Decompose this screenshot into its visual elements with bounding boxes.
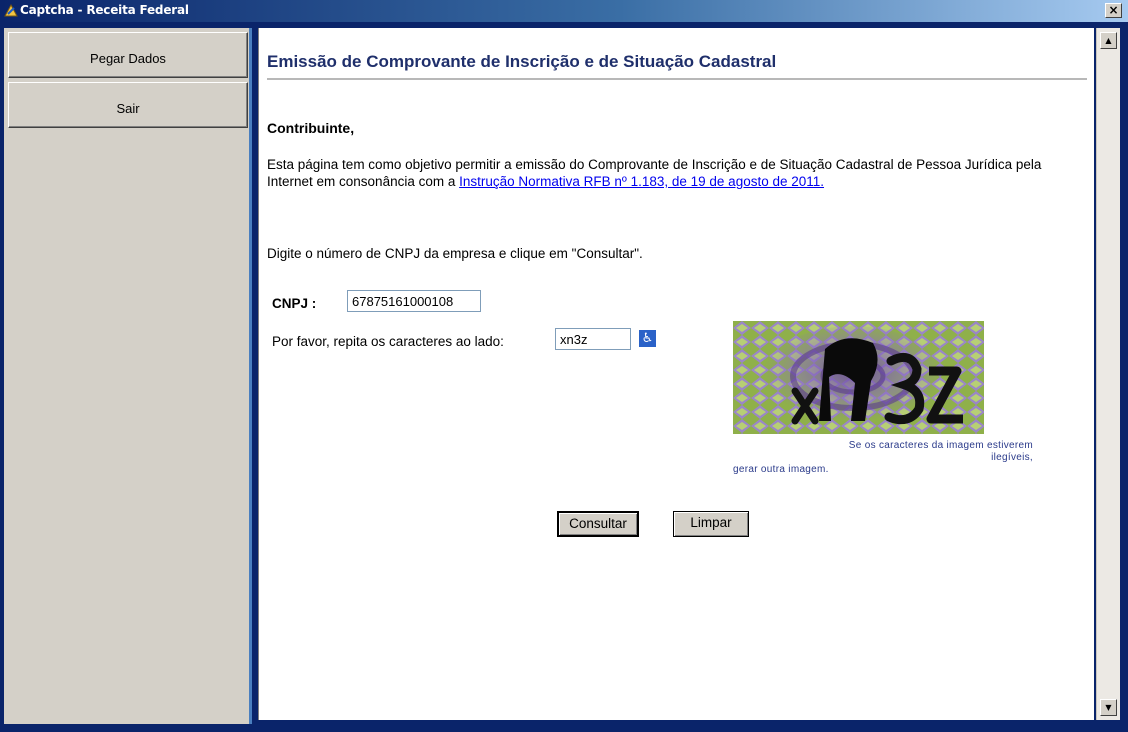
regenerate-captcha-link[interactable]: gerar outra imagem. xyxy=(733,464,1033,476)
page-title: Emissão de Comprovante de Inscrição e de… xyxy=(267,52,1087,80)
sidebar: Pegar Dados Sair xyxy=(4,28,252,724)
instruction-text: Digite o número de CNPJ da empresa e cli… xyxy=(267,246,643,261)
cnpj-label: CNPJ : xyxy=(272,296,317,311)
wheelchair-icon[interactable]: ♿ xyxy=(639,330,656,347)
app-icon xyxy=(4,3,18,17)
captcha-caption-line1: Se os caracteres da imagem estiverem xyxy=(848,440,1033,451)
window-titlebar: Captcha - Receita Federal × xyxy=(0,0,1128,22)
intro-paragraph: Esta página tem como objetivo permitir a… xyxy=(267,156,1057,190)
captcha-input[interactable] xyxy=(555,328,631,350)
captcha-image xyxy=(733,321,984,434)
vertical-scrollbar[interactable]: ▲ ▼ xyxy=(1096,28,1120,720)
consultar-button[interactable]: Consultar xyxy=(557,511,639,537)
cnpj-input[interactable] xyxy=(347,290,481,312)
pegar-dados-button[interactable]: Pegar Dados xyxy=(8,32,248,78)
close-button[interactable]: × xyxy=(1105,3,1122,18)
normativa-link[interactable]: Instrução Normativa RFB nº 1.183, de 19 … xyxy=(459,174,824,189)
limpar-button[interactable]: Limpar xyxy=(673,511,749,537)
window-title: Captcha - Receita Federal xyxy=(20,3,189,17)
captcha-label: Por favor, repita os caracteres ao lado: xyxy=(272,334,504,349)
captcha-caption-line2: ilegíveis, xyxy=(991,452,1033,463)
sair-button[interactable]: Sair xyxy=(8,82,248,128)
greeting-text: Contribuinte, xyxy=(267,120,355,136)
captcha-caption: Se os caracteres da imagem estiverem ile… xyxy=(733,440,1033,476)
scroll-up-arrow-icon[interactable]: ▲ xyxy=(1100,32,1117,49)
main-content: Emissão de Comprovante de Inscrição e de… xyxy=(258,28,1094,720)
scroll-down-arrow-icon[interactable]: ▼ xyxy=(1100,699,1117,716)
